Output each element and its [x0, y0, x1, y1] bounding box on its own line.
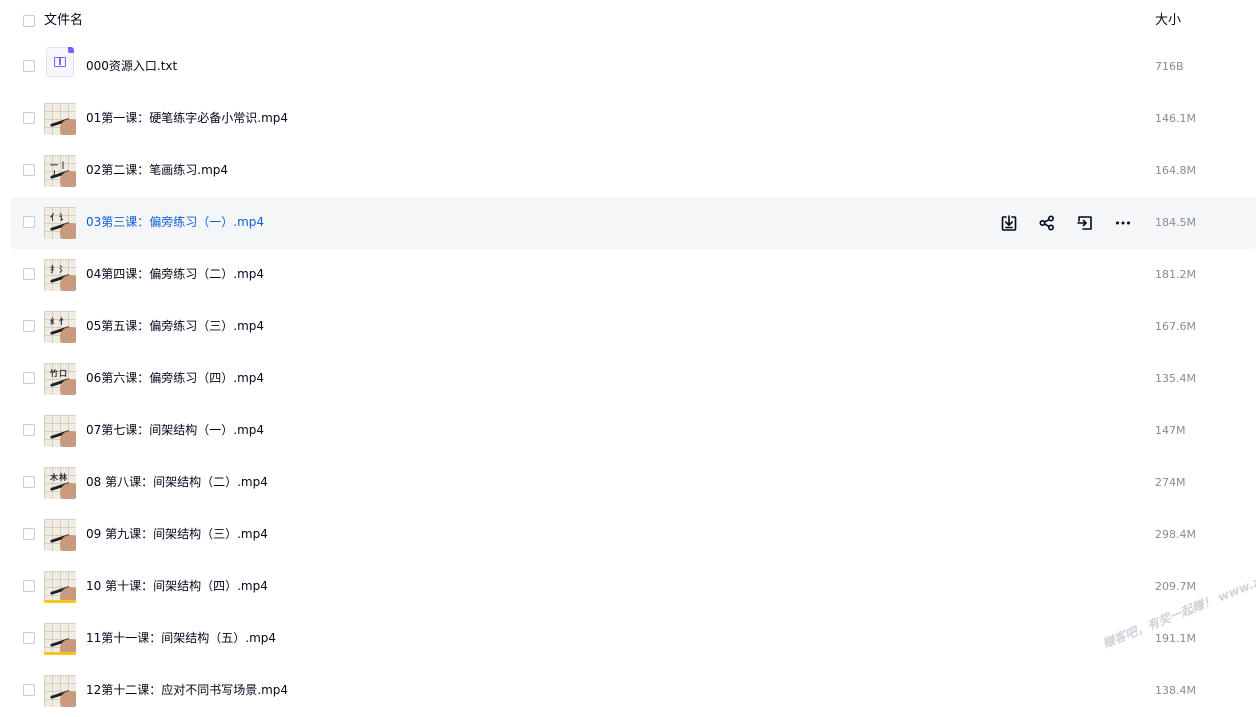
row-checkbox[interactable]: [23, 112, 35, 124]
file-name[interactable]: 10 第十课：间架结构（四）.mp4: [86, 578, 268, 595]
file-size: 147M: [1155, 424, 1186, 437]
video-thumbnail[interactable]: 一丨丿: [44, 155, 76, 187]
file-row[interactable]: 竹口 06第六课：偏旁练习（四）.mp4 135.4M: [10, 353, 1256, 405]
file-name[interactable]: 12第十二课：应对不同书写场景.mp4: [86, 682, 288, 699]
file-row[interactable]: 07第七课：间架结构（一）.mp4 147M: [10, 405, 1256, 457]
file-rows: 000资源入口.txt 716B 01第一课：硬笔练字必备小常识.mp4 146.1M…: [10, 41, 1256, 717]
move-icon: [1076, 214, 1094, 232]
txt-file-icon: [46, 47, 74, 77]
select-all-checkbox[interactable]: [23, 15, 35, 27]
video-thumbnail[interactable]: 木林: [44, 467, 76, 499]
video-thumbnail[interactable]: [44, 519, 76, 551]
file-row[interactable]: 09 第九课：间架结构（三）.mp4 298.4M: [10, 509, 1256, 561]
more-icon: [1114, 214, 1132, 232]
file-row[interactable]: 一丨丿 02第二课：笔画练习.mp4 164.8M: [10, 145, 1256, 197]
file-row[interactable]: 亻讠 03第三课：偏旁练习（一）.mp4 184.5M: [10, 197, 1256, 249]
video-thumbnail[interactable]: 纟忄: [44, 311, 76, 343]
thumbnail-ink: 木林: [50, 473, 68, 482]
row-checkbox[interactable]: [23, 632, 35, 644]
file-name[interactable]: 07第七课：间架结构（一）.mp4: [86, 422, 264, 439]
file-size: 146.1M: [1155, 112, 1196, 125]
thumbnail-ink: 竹口: [50, 369, 68, 378]
video-thumbnail[interactable]: [44, 675, 76, 707]
file-size: 274M: [1155, 476, 1186, 489]
file-list-header: 文件名 大小: [10, 0, 1256, 41]
file-size: 181.2M: [1155, 268, 1196, 281]
column-header-size[interactable]: 大小: [1155, 12, 1181, 29]
file-row[interactable]: 01第一课：硬笔练字必备小常识.mp4 146.1M: [10, 93, 1256, 145]
file-size: 716B: [1155, 60, 1184, 73]
more-button[interactable]: [1109, 209, 1137, 237]
row-checkbox[interactable]: [23, 60, 35, 72]
thumbnail-ink: 扌氵: [50, 265, 68, 274]
file-name[interactable]: 01第一课：硬笔练字必备小常识.mp4: [86, 110, 288, 127]
video-thumbnail[interactable]: [44, 571, 76, 603]
file-name[interactable]: 04第四课：偏旁练习（二）.mp4: [86, 266, 264, 283]
file-row[interactable]: 纟忄 05第五课：偏旁练习（三）.mp4 167.6M: [10, 301, 1256, 353]
file-size: 167.6M: [1155, 320, 1196, 333]
file-name[interactable]: 06第六课：偏旁练习（四）.mp4: [86, 370, 264, 387]
file-size: 209.7M: [1155, 580, 1196, 593]
video-thumbnail[interactable]: 竹口: [44, 363, 76, 395]
row-checkbox[interactable]: [23, 476, 35, 488]
file-row[interactable]: 扌氵 04第四课：偏旁练习（二）.mp4 181.2M: [10, 249, 1256, 301]
thumbnail-ink: 纟忄: [50, 317, 68, 326]
row-checkbox[interactable]: [23, 320, 35, 332]
file-size: 191.1M: [1155, 632, 1196, 645]
video-thumbnail[interactable]: 亻讠: [44, 207, 76, 239]
file-name[interactable]: 02第二课：笔画练习.mp4: [86, 162, 228, 179]
download-button[interactable]: [995, 209, 1023, 237]
file-row[interactable]: 000资源入口.txt 716B: [10, 41, 1256, 93]
file-name[interactable]: 000资源入口.txt: [86, 58, 177, 75]
video-thumbnail[interactable]: [44, 415, 76, 447]
video-thumbnail[interactable]: 扌氵: [44, 259, 76, 291]
file-name[interactable]: 03第三课：偏旁练习（一）.mp4: [86, 214, 264, 231]
video-thumbnail[interactable]: [44, 103, 76, 135]
move-button[interactable]: [1071, 209, 1099, 237]
download-icon: [1000, 214, 1018, 232]
thumbnail-ink: 亻讠: [50, 213, 68, 222]
row-checkbox[interactable]: [23, 372, 35, 384]
share-icon: [1038, 214, 1056, 232]
file-name[interactable]: 11第十一课：间架结构（五）.mp4: [86, 630, 276, 647]
file-size: 184.5M: [1155, 216, 1196, 229]
file-list: 文件名 大小 000资源入口.txt 716B 01第一课：硬笔练字必备小常识.mp…: [10, 0, 1256, 717]
row-checkbox[interactable]: [23, 684, 35, 696]
row-checkbox[interactable]: [23, 216, 35, 228]
file-size: 164.8M: [1155, 164, 1196, 177]
file-size: 138.4M: [1155, 684, 1196, 697]
column-header-name[interactable]: 文件名: [44, 12, 83, 29]
row-checkbox[interactable]: [23, 164, 35, 176]
row-checkbox[interactable]: [23, 424, 35, 436]
file-size: 298.4M: [1155, 528, 1196, 541]
row-checkbox[interactable]: [23, 580, 35, 592]
file-row[interactable]: 10 第十课：间架结构（四）.mp4 209.7M: [10, 561, 1256, 613]
file-row[interactable]: 木林 08 第八课：间架结构（二）.mp4 274M: [10, 457, 1256, 509]
file-name[interactable]: 09 第九课：间架结构（三）.mp4: [86, 526, 268, 543]
share-button[interactable]: [1033, 209, 1061, 237]
video-thumbnail[interactable]: [44, 623, 76, 655]
row-checkbox[interactable]: [23, 268, 35, 280]
file-row[interactable]: 12第十二课：应对不同书写场景.mp4 138.4M: [10, 665, 1256, 717]
file-row[interactable]: 11第十一课：间架结构（五）.mp4 191.1M: [10, 613, 1256, 665]
row-checkbox[interactable]: [23, 528, 35, 540]
file-name[interactable]: 05第五课：偏旁练习（三）.mp4: [86, 318, 264, 335]
file-name[interactable]: 08 第八课：间架结构（二）.mp4: [86, 474, 268, 491]
row-actions: [995, 209, 1137, 237]
file-size: 135.4M: [1155, 372, 1196, 385]
